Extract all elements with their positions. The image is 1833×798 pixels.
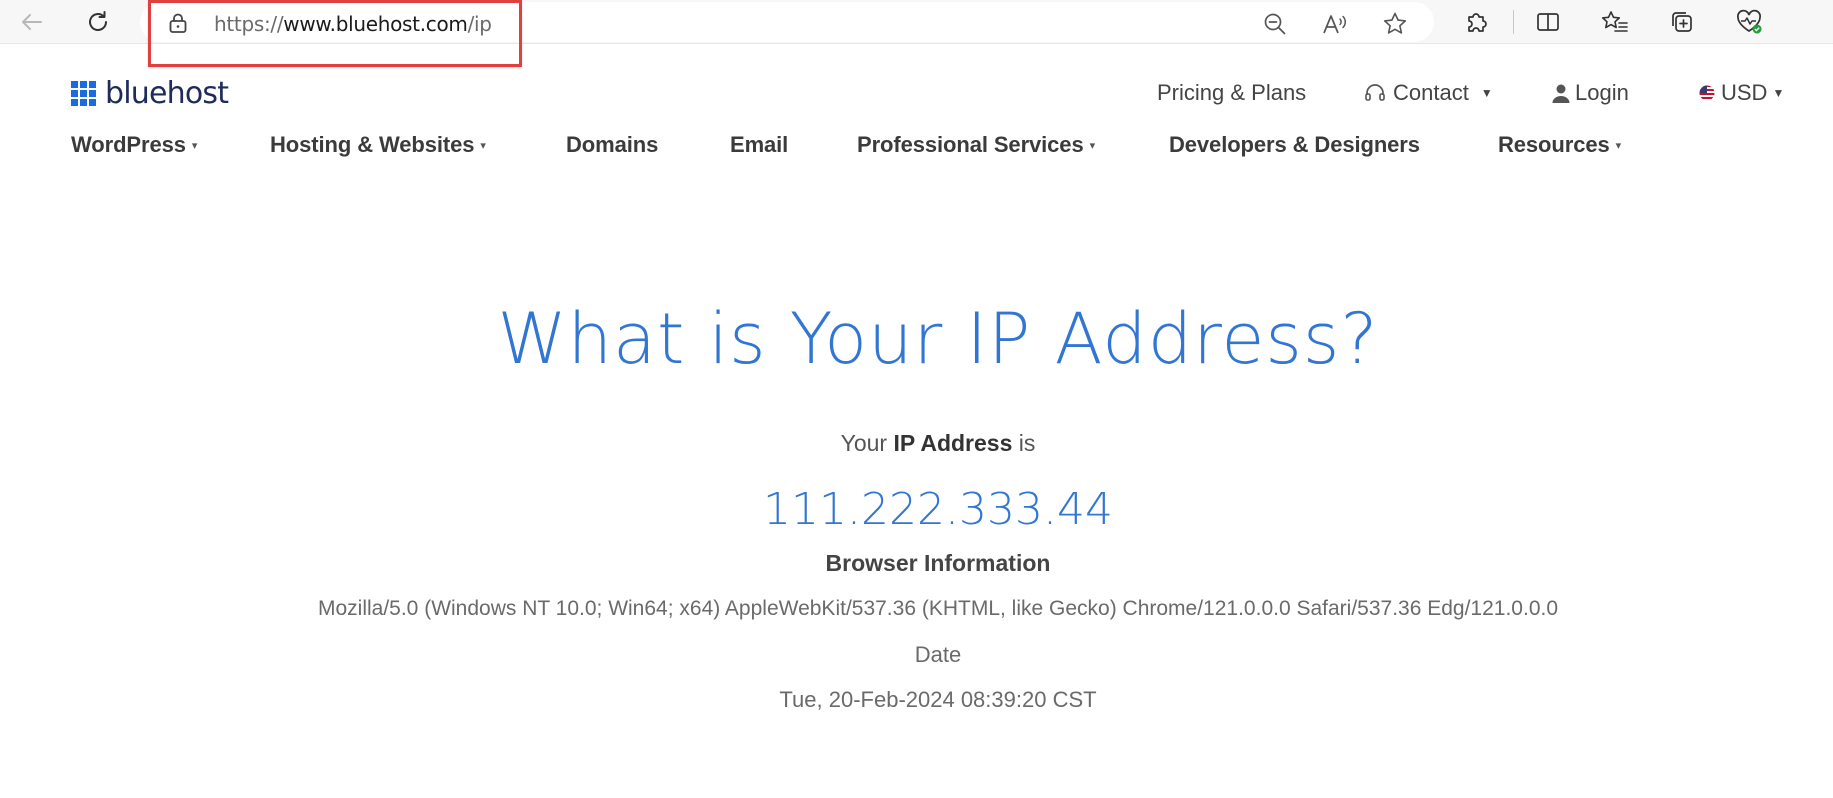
collections-icon: [1672, 12, 1692, 32]
back-arrow-icon: [22, 14, 42, 30]
toolbar-divider: [1513, 10, 1514, 34]
nav-item-email[interactable]: Email: [730, 128, 788, 162]
refresh-icon: [89, 11, 107, 31]
ip-address-value: 111.222.333.44: [763, 484, 1113, 535]
nav-item-resources[interactable]: Resources ▾: [1498, 128, 1621, 162]
favorites-button[interactable]: [1599, 6, 1631, 38]
bluehost-logo[interactable]: bluehost: [71, 75, 229, 111]
url-scheme: https://: [214, 12, 284, 36]
star-icon: [1383, 12, 1407, 34]
refresh-button[interactable]: [82, 6, 114, 38]
extensions-button[interactable]: [1461, 6, 1493, 38]
nav-item-domains[interactable]: Domains: [566, 128, 658, 162]
browser-essentials-button[interactable]: [1733, 6, 1765, 38]
health-heart-icon: [1737, 9, 1762, 34]
split-screen-button[interactable]: [1532, 6, 1564, 38]
date-value: Tue, 20-Feb-2024 08:39:20 CST: [779, 687, 1097, 712]
nav-item-label: Email: [730, 132, 789, 157]
browser-info-heading: Browser Information: [825, 550, 1051, 576]
url-path: /ip: [467, 12, 492, 36]
browser-toolbar: https://www.bluehost.com/ip: [0, 0, 1833, 67]
zoom-out-icon: [1264, 13, 1286, 35]
url-text[interactable]: https://www.bluehost.com/ip: [214, 12, 492, 36]
ip-intro-text: Your IP Address is: [0, 430, 1833, 457]
headset-icon: [1365, 84, 1385, 101]
currency-selector[interactable]: USD ▼: [1699, 78, 1784, 108]
caret-down-icon: ▼: [1772, 86, 1785, 100]
caret-down-icon: ▾: [191, 139, 198, 152]
login-label: Login: [1575, 80, 1629, 105]
split-screen-icon: [1537, 13, 1559, 31]
caret-down-icon: ▾: [1615, 139, 1622, 152]
collections-button[interactable]: [1666, 6, 1698, 38]
back-button[interactable]: [16, 6, 48, 38]
lock-icon[interactable]: [168, 12, 188, 39]
nav-item-wordpress[interactable]: WordPress ▾: [71, 128, 197, 162]
favorites-list-icon: [1601, 11, 1628, 32]
pricing-plans-label: Pricing & Plans: [1157, 80, 1307, 105]
address-bar[interactable]: https://www.bluehost.com/ip: [140, 2, 1434, 42]
contact-menu[interactable]: Contact ▼: [1363, 78, 1493, 108]
contact-label: Contact: [1393, 80, 1469, 105]
logo-grid-icon: [71, 80, 96, 106]
nav-item-label: Domains: [566, 132, 659, 157]
zoom-out-button[interactable]: [1259, 8, 1291, 40]
date-heading: Date: [914, 642, 962, 667]
ip-intro-suffix: is: [1018, 430, 1036, 456]
login-link[interactable]: Login: [1551, 78, 1629, 108]
read-aloud-button[interactable]: [1319, 8, 1351, 40]
puzzle-icon: [1468, 13, 1487, 32]
logo-text: bluehost: [105, 75, 229, 111]
user-icon: [1552, 84, 1570, 103]
caret-down-icon: ▾: [480, 139, 486, 152]
ip-intro-bold: IP Address: [893, 430, 1013, 456]
us-flag-icon: [1699, 85, 1715, 101]
nav-item-professional-services[interactable]: Professional Services ▾: [857, 128, 1095, 162]
caret-down-icon: ▼: [1480, 86, 1493, 100]
url-host: www.bluehost.com: [283, 12, 468, 36]
user-agent-string: Mozilla/5.0 (Windows NT 10.0; Win64; x64…: [317, 597, 1559, 620]
favorite-star-button[interactable]: [1379, 8, 1411, 40]
nav-item-label: Developers & Designers: [1169, 132, 1420, 157]
ip-intro-prefix: Your: [840, 430, 888, 456]
read-aloud-icon: [1323, 15, 1346, 34]
nav-item-developers-designers[interactable]: Developers & Designers: [1169, 128, 1420, 162]
nav-item-hosting-websites[interactable]: Hosting & Websites ▾: [270, 128, 486, 162]
currency-label: USD: [1721, 80, 1768, 105]
caret-down-icon: ▾: [1089, 139, 1096, 152]
page-title: What is Your IP Address?: [497, 298, 1379, 380]
nav-item-label: Professional Services: [857, 132, 1084, 157]
nav-item-label: WordPress: [71, 132, 186, 157]
nav-item-label: Hosting & Websites: [270, 132, 475, 157]
pricing-plans-link[interactable]: Pricing & Plans: [1157, 78, 1306, 108]
nav-item-label: Resources: [1498, 132, 1610, 157]
